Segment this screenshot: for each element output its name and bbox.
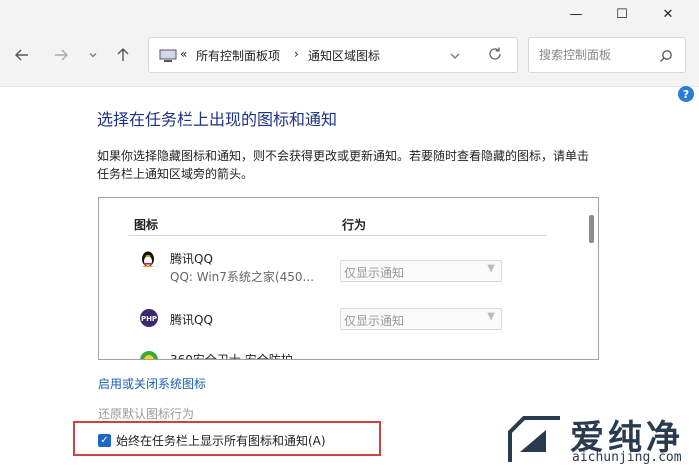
column-header-behavior: 行为 [342, 218, 367, 232]
chevron-down-icon: ▼ [487, 311, 495, 322]
forward-arrow-icon [55, 49, 68, 61]
search-input[interactable] [537, 47, 651, 63]
close-icon: ✕ [662, 6, 674, 22]
recent-locations-button[interactable] [80, 42, 106, 68]
up-button[interactable] [110, 42, 136, 68]
breadcrumb-all-items[interactable]: 所有控制面板项 [196, 47, 280, 64]
help-icon: ? [682, 87, 690, 101]
app-tooltip-text: QQ: Win7系统之家(450... [170, 270, 314, 284]
list-scrollbar[interactable] [589, 215, 594, 243]
chevron-down-icon: ▼ [487, 263, 495, 274]
breadcrumb-separator: « [180, 47, 188, 61]
behavior-select[interactable]: 仅显示通知 ▼ [340, 308, 502, 330]
header-divider [129, 235, 547, 236]
maximize-icon: ☐ [616, 6, 628, 22]
breadcrumb-separator[interactable]: › [294, 47, 299, 61]
maximize-button[interactable]: ☐ [599, 0, 645, 28]
page-description: 如果你选择隐藏图标和通知，则不会获得更改或更新通知。若要随时查看隐藏的图标，请单… [97, 149, 590, 181]
behavior-value: 仅显示通知 [344, 266, 405, 280]
close-button[interactable]: ✕ [645, 0, 691, 28]
watermark-logo [508, 416, 560, 462]
up-arrow-icon [117, 48, 129, 61]
checkmark-icon: ✓ [100, 435, 109, 446]
minimize-button[interactable]: — [553, 0, 599, 28]
app-name: 360安全卫士 安全防护 [170, 353, 293, 360]
refresh-button[interactable] [487, 46, 503, 66]
behavior-select[interactable]: 仅显示通知 ▼ [340, 260, 502, 282]
back-arrow-icon [15, 49, 28, 61]
svg-text:PHP: PHP [141, 315, 157, 323]
forward-button[interactable] [48, 42, 74, 68]
qq-penguin-icon [142, 251, 154, 267]
360-icon [140, 351, 158, 359]
search-button[interactable] [659, 48, 673, 67]
control-panel-icon [159, 49, 177, 62]
chevron-down-icon [450, 53, 460, 59]
restore-defaults-link[interactable]: 还原默认图标行为 [98, 405, 194, 422]
always-show-label[interactable]: 始终在任务栏上显示所有图标和通知(A) [116, 432, 326, 449]
address-bar[interactable]: « 所有控制面板项 › 通知区域图标 [148, 37, 518, 73]
php-icon: PHP [140, 309, 158, 327]
breadcrumb-notification-icons[interactable]: 通知区域图标 [308, 47, 380, 64]
notification-icons-list[interactable]: 图标 行为 腾讯QQ QQ: Win7系统之家(450... 仅显示通知 ▼ P… [98, 197, 599, 360]
column-header-icon: 图标 [134, 218, 159, 232]
app-name: 腾讯QQ [170, 313, 213, 327]
list-item[interactable]: 360安全卫士 安全防护 [99, 348, 579, 360]
search-icon [660, 50, 672, 62]
always-show-checkbox[interactable]: ✓ [98, 434, 111, 447]
refresh-icon [489, 47, 501, 60]
search-box[interactable] [528, 37, 686, 73]
help-button[interactable]: ? [678, 86, 694, 102]
list-item[interactable]: 腾讯QQ QQ: Win7系统之家(450... 仅显示通知 ▼ [99, 243, 579, 291]
back-button[interactable] [9, 42, 35, 68]
page-title: 选择在任务栏上出现的图标和通知 [97, 110, 338, 129]
chevron-down-icon [89, 53, 97, 58]
address-dropdown-button[interactable] [449, 47, 461, 66]
minimize-icon: — [569, 6, 583, 22]
watermark-url: aichunjing.com [572, 450, 682, 465]
list-item[interactable]: PHP 腾讯QQ 仅显示通知 ▼ [99, 299, 579, 341]
system-icons-link[interactable]: 启用或关闭系统图标 [98, 375, 206, 392]
app-name: 腾讯QQ [170, 252, 213, 266]
behavior-value: 仅显示通知 [344, 314, 405, 328]
